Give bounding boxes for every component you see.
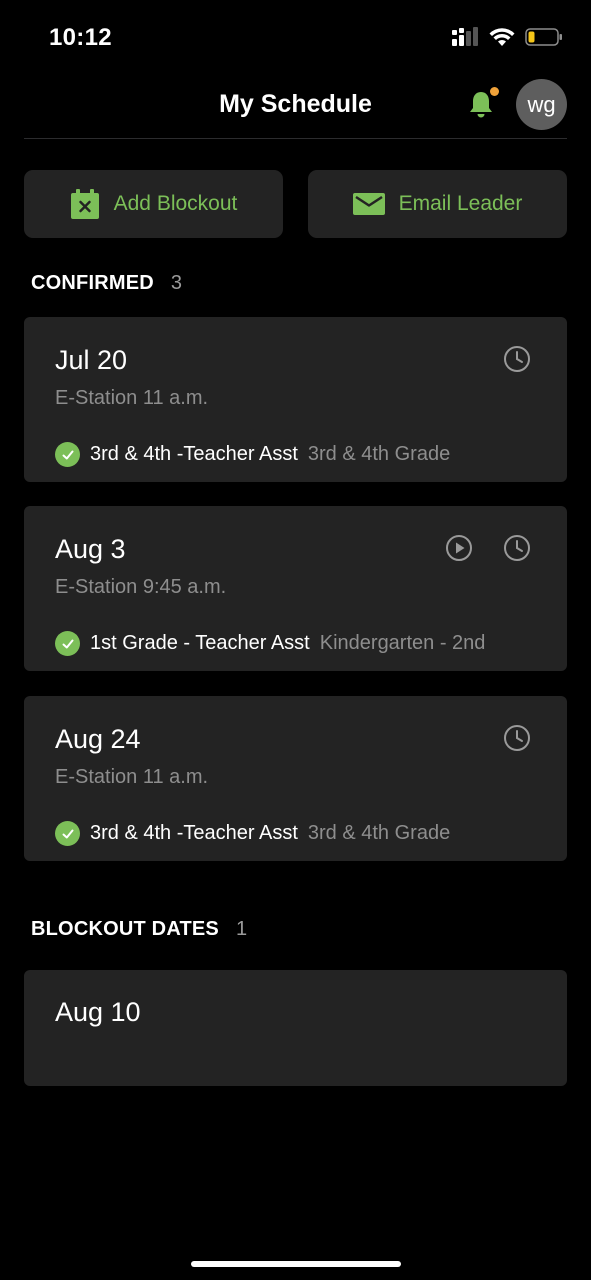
assignment-team: 3rd & 4th Grade	[307, 443, 451, 465]
battery-icon	[525, 28, 562, 46]
notification-dot	[490, 87, 499, 96]
clock-icon[interactable]	[503, 534, 531, 562]
section-title: CONFIRMED	[31, 272, 154, 294]
status-icons	[451, 27, 563, 47]
assignment-team: Kindergarten - 2nd	[319, 632, 486, 654]
blockout-card[interactable]: Aug 10	[24, 970, 567, 1086]
cellular-signal-icon	[452, 27, 478, 46]
card-date: Jul 20	[55, 345, 128, 375]
avatar[interactable]: wg	[516, 79, 567, 130]
schedule-card[interactable]: Jul 20 E-Station 11 a.m. 3rd & 4th -Teac…	[24, 317, 567, 482]
schedule-card[interactable]: Aug 3 E-Station 9:45 a.m. 1st Grade - Te…	[24, 506, 567, 671]
schedule-card[interactable]: Aug 24 E-Station 11 a.m. 3rd & 4th -Teac…	[24, 696, 567, 861]
blockout-section-header: BLOCKOUT DATES 1	[31, 918, 247, 941]
card-subtitle: E-Station 11 a.m.	[55, 766, 209, 788]
clock-icon[interactable]	[503, 724, 531, 752]
check-icon	[55, 442, 80, 467]
play-icon[interactable]	[445, 534, 473, 562]
assignment-row: 3rd & 4th -Teacher Asst 3rd & 4th Grade	[55, 821, 450, 846]
assignment-team: 3rd & 4th Grade	[307, 822, 451, 844]
wifi-icon	[489, 28, 515, 46]
assignment-row: 1st Grade - Teacher Asst Kindergarten - …	[55, 631, 485, 656]
calendar-x-icon	[70, 189, 99, 219]
card-subtitle: E-Station 9:45 a.m.	[55, 576, 227, 598]
status-bar: 10:12	[0, 0, 591, 76]
confirmed-section-header: CONFIRMED 3	[31, 272, 182, 295]
section-title: BLOCKOUT DATES	[31, 918, 219, 940]
assignment-role: 1st Grade - Teacher Asst	[90, 632, 310, 654]
check-icon	[55, 631, 80, 656]
assignment-row: 3rd & 4th -Teacher Asst 3rd & 4th Grade	[55, 442, 450, 467]
header: My Schedule wg	[24, 76, 567, 139]
status-time: 10:12	[49, 24, 112, 51]
section-count: 3	[170, 272, 183, 294]
email-leader-button[interactable]: Email Leader	[308, 170, 567, 238]
section-count: 1	[235, 918, 248, 940]
assignment-role: 3rd & 4th -Teacher Asst	[90, 443, 298, 465]
card-date: Aug 24	[55, 724, 141, 754]
clock-icon[interactable]	[503, 345, 531, 373]
card-date: Aug 10	[55, 997, 141, 1027]
card-date: Aug 3	[55, 534, 126, 564]
email-leader-label: Email Leader	[398, 192, 523, 215]
envelope-icon	[352, 193, 385, 215]
assignment-role: 3rd & 4th -Teacher Asst	[90, 822, 298, 844]
add-blockout-button[interactable]: Add Blockout	[24, 170, 283, 238]
check-icon	[55, 821, 80, 846]
card-subtitle: E-Station 11 a.m.	[55, 387, 209, 409]
home-indicator[interactable]	[191, 1261, 401, 1267]
add-blockout-label: Add Blockout	[113, 192, 238, 215]
